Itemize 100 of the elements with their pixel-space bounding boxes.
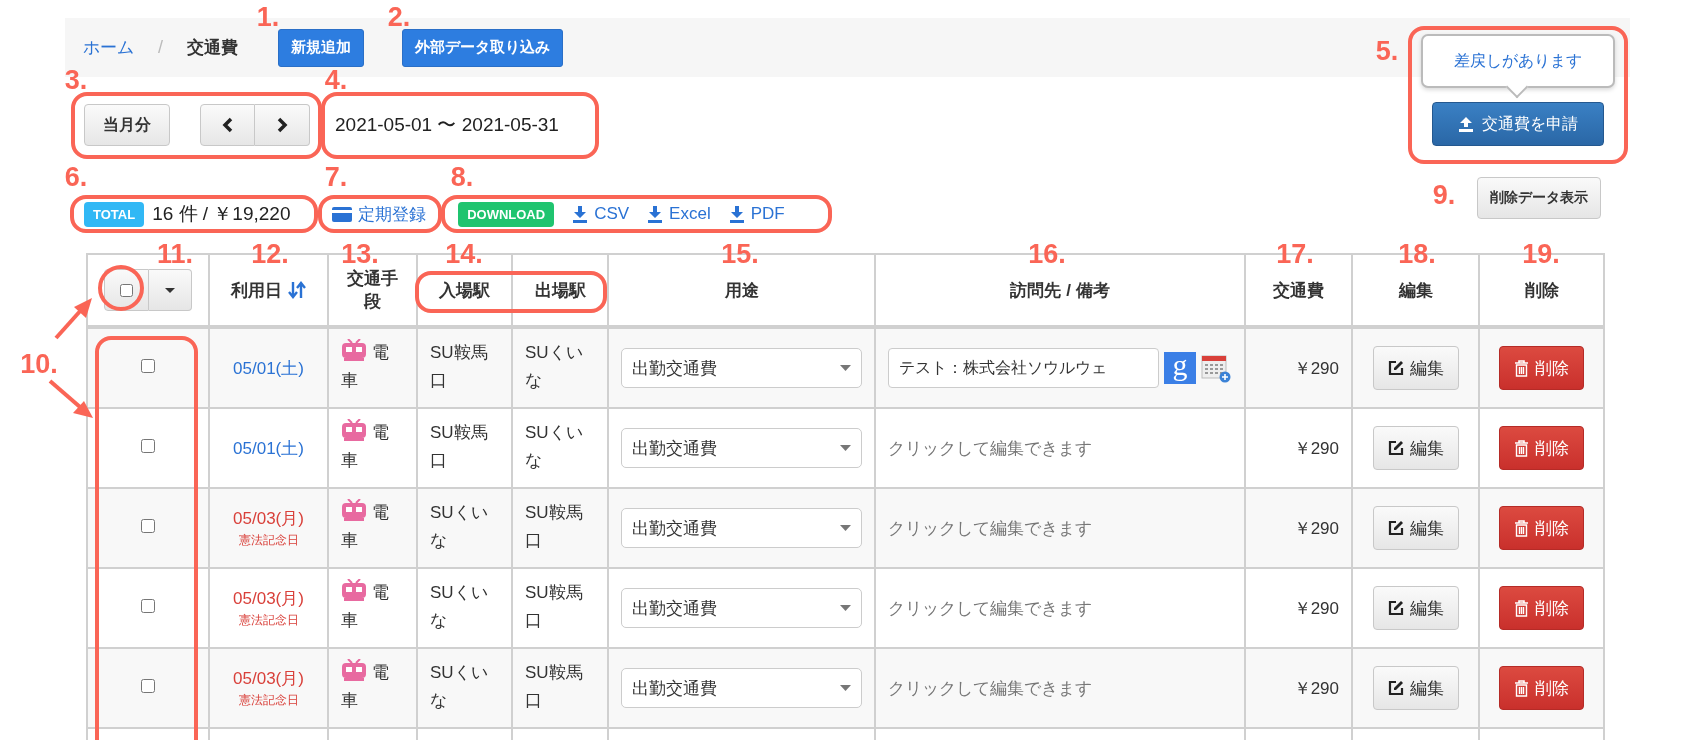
row-checkbox[interactable] (141, 359, 155, 373)
column-header: 交通手段 (346, 268, 399, 313)
row-checkbox[interactable] (141, 439, 155, 453)
current-month-button[interactable]: 当月分 (84, 104, 170, 146)
entry-station: SUくいな (430, 663, 488, 710)
delete-button[interactable]: 削除 (1499, 506, 1584, 550)
caret-icon (840, 525, 851, 531)
caret-icon (164, 287, 175, 293)
edit-button[interactable]: 編集 (1372, 666, 1459, 710)
callout-number: 14. (445, 240, 483, 268)
delete-button[interactable]: 削除 (1499, 586, 1584, 630)
caret-icon (840, 445, 851, 451)
trash-icon (1514, 679, 1529, 697)
chevron-right-icon (276, 117, 288, 133)
note-text[interactable]: クリックして編集できます (888, 678, 1092, 698)
breadcrumb-separator: / (158, 37, 163, 58)
edit-button[interactable]: 編集 (1372, 506, 1459, 550)
add-new-button[interactable]: 新規追加 (278, 28, 364, 67)
edit-button[interactable]: 編集 (1372, 586, 1459, 630)
download-link[interactable]: PDF (728, 204, 785, 224)
delete-button[interactable]: 削除 (1499, 426, 1584, 470)
callout-circle (98, 265, 144, 311)
callout-number: 5. (1375, 37, 1399, 65)
amount: ￥290 (1293, 678, 1339, 698)
caret-icon (840, 365, 851, 371)
sort-icon[interactable] (288, 281, 306, 299)
note-field[interactable]: テスト：株式会社ソウルウェ (888, 348, 1159, 388)
note-text[interactable]: クリックして編集できます (888, 518, 1092, 538)
card-icon (332, 206, 353, 222)
entry-station: SUくいな (430, 583, 488, 630)
previous-button[interactable] (200, 104, 255, 146)
date-link[interactable]: 05/03(月) (222, 507, 315, 530)
train-icon (341, 659, 367, 681)
trash-icon (1514, 439, 1529, 457)
g-icon[interactable]: g (1164, 352, 1196, 384)
calendar-add-icon[interactable] (1201, 353, 1231, 383)
commuter-pass-link[interactable]: 定期登録 (332, 202, 427, 226)
exit-station: SUくいな (525, 423, 583, 470)
download-link[interactable]: CSV (572, 204, 630, 224)
breadcrumb-link[interactable]: ホーム (83, 36, 134, 59)
amount: ￥290 (1293, 358, 1339, 378)
callout-number: 7. (324, 163, 348, 191)
select-all-checkbox[interactable] (120, 283, 134, 297)
caret-icon (840, 605, 851, 611)
callout-number: 9. (1432, 181, 1456, 209)
purpose-select[interactable]: 出勤交通費 (621, 428, 862, 468)
total-badge: TOTAL (84, 201, 145, 227)
transport-text: 電車 (341, 343, 389, 390)
next-button[interactable] (255, 104, 310, 146)
row-checkbox[interactable] (141, 679, 155, 693)
column-header: 削除 (1524, 279, 1559, 302)
callout-number: 12. (251, 240, 289, 268)
edit-icon (1387, 520, 1404, 536)
callout-number: 11. (157, 240, 193, 268)
trash-icon (1514, 599, 1529, 617)
show-deleted-button[interactable]: 削除データ表示 (1477, 177, 1601, 219)
callout-number: 10. (20, 350, 58, 378)
note-text[interactable]: クリックして編集できます (888, 598, 1092, 618)
holiday-name: 憲法記念日 (237, 532, 300, 549)
breadcrumb-current: 交通費 (187, 37, 238, 59)
date-link[interactable]: 05/03(月) (222, 667, 315, 690)
total-summary: 16 件 / ￥19,220 (152, 202, 292, 226)
train-icon (341, 499, 367, 521)
upload-icon (1458, 116, 1474, 132)
amount: ￥290 (1293, 598, 1339, 618)
column-header: 訪問先 / 備考 (1010, 279, 1110, 302)
purpose-select[interactable]: 出勤交通費 (621, 668, 862, 708)
delete-button[interactable]: 削除 (1499, 346, 1584, 390)
transport-text: 電車 (341, 423, 389, 470)
purpose-select[interactable]: 出勤交通費 (621, 588, 862, 628)
train-icon (341, 419, 367, 441)
column-header: 利用日 (231, 279, 282, 302)
delete-button[interactable]: 削除 (1499, 666, 1584, 710)
transport-text: 電車 (341, 503, 389, 550)
date-link[interactable]: 05/03(月) (222, 587, 315, 610)
row-checkbox[interactable] (141, 519, 155, 533)
edit-button[interactable]: 編集 (1372, 346, 1459, 390)
purpose-select[interactable]: 出勤交通費 (621, 348, 862, 388)
amount: ￥290 (1293, 438, 1339, 458)
callout-number: 17. (1276, 240, 1314, 268)
note-text[interactable]: クリックして編集できます (888, 438, 1092, 458)
exit-station: SU鞍馬口 (525, 663, 583, 710)
edit-button[interactable]: 編集 (1372, 426, 1459, 470)
import-button[interactable]: 外部データ取り込み (402, 28, 563, 67)
callout-arrow (48, 379, 93, 418)
download-icon (572, 205, 589, 223)
callout-number: 19. (1522, 240, 1560, 268)
notice-popover: 差戻しがあります (1421, 34, 1615, 88)
row-checkbox[interactable] (141, 599, 155, 613)
purpose-select[interactable]: 出勤交通費 (621, 508, 862, 548)
callout-number: 8. (450, 163, 474, 191)
column-header: 入場駅 (439, 279, 490, 302)
download-link[interactable]: Excel (647, 204, 711, 224)
download-badge: DOWNLOAD (458, 201, 555, 227)
amount: ￥290 (1293, 518, 1339, 538)
apply-button[interactable]: 交通費を申請 (1432, 102, 1604, 146)
download-icon (728, 205, 745, 223)
callout-number: 2. (387, 3, 411, 31)
column-header: 出場駅 (534, 279, 586, 302)
train-icon (341, 339, 367, 361)
